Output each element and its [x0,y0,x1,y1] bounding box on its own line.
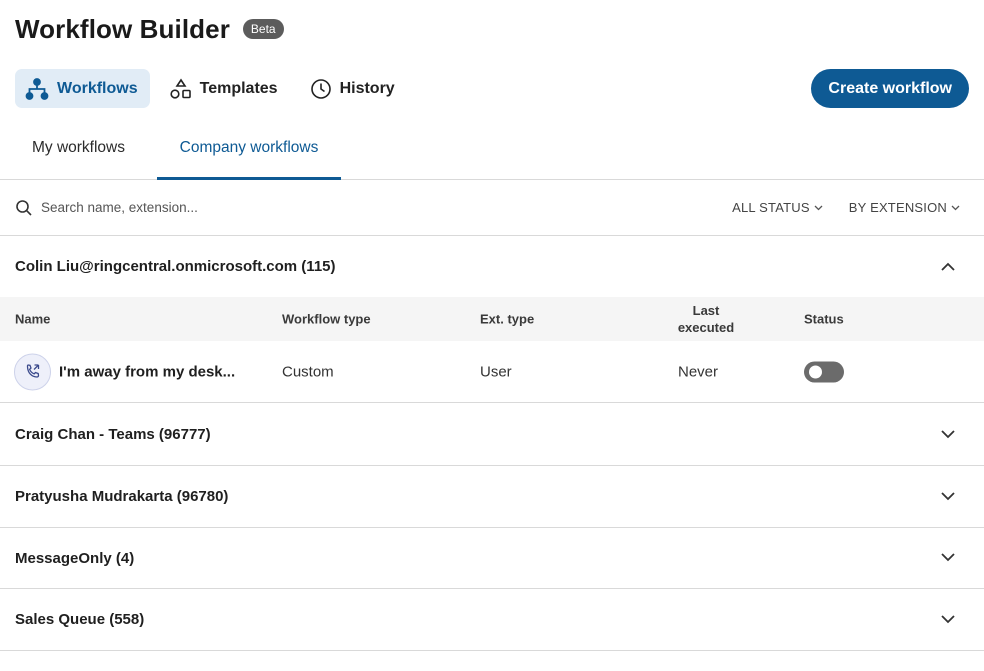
ext-type: User [480,363,512,380]
chevron-down-icon[interactable] [941,491,955,501]
table-row[interactable]: I'm away from my desk... Custom User Nev… [0,341,984,403]
col-last-executed-line2: executed [677,320,735,335]
page-title: Workflow Builder [15,13,230,44]
group-header[interactable]: Craig Chan - Teams (96777) [0,404,984,466]
clock-icon [310,78,331,99]
chevron-down-icon [951,205,960,210]
nav-workflows[interactable]: Workflows [15,69,150,108]
col-name: Name [15,311,51,327]
extension-filter[interactable]: BY EXTENSION [849,200,960,215]
status-filter-label: ALL STATUS [732,200,810,215]
col-ext-type: Ext. type [480,311,535,327]
chevron-down-icon[interactable] [941,553,955,562]
beta-badge: Beta [242,19,284,39]
group-header[interactable]: Colin Liu@ringcentral.onmicrosoft.com (1… [0,236,984,297]
nav-history[interactable]: History [300,69,407,108]
nav-templates[interactable]: Templates [160,69,290,108]
group-label: Craig Chan - Teams (96777) [15,426,211,443]
search-bar: ALL STATUS BY EXTENSION [0,180,984,236]
table-header: Name Workflow type Ext. type Last execut… [0,297,984,341]
col-last-executed: Last executed [676,302,736,336]
chevron-up-icon[interactable] [941,262,955,271]
col-last-executed-line1: Last [692,303,720,318]
search-input[interactable] [41,200,441,215]
group-label: Pratyusha Mudrakarta (96780) [15,488,229,505]
search-icon [16,199,32,216]
tab-company-workflows[interactable]: Company workflows [157,127,341,180]
col-status: Status [804,311,844,327]
group-label: Sales Queue (558) [15,611,145,628]
extension-filter-label: BY EXTENSION [848,200,947,215]
workflow-type: Custom [282,363,334,380]
workflow-tabs: My workflows Company workflows [0,127,984,180]
group-header[interactable]: Pratyusha Mudrakarta (96780) [0,466,984,528]
workflow-name[interactable]: I'm away from my desk... [59,363,235,380]
phone-forward-icon [26,364,39,378]
templates-icon [170,78,191,99]
status-toggle[interactable] [804,361,844,382]
chevron-down-icon[interactable] [941,429,955,439]
workflow-icon [25,77,49,100]
nav-history-label: History [339,79,395,97]
group-label: Colin Liu@ringcentral.onmicrosoft.com (1… [15,258,336,275]
col-workflow-type: Workflow type [282,311,371,327]
create-workflow-button[interactable]: Create workflow [811,69,969,108]
group-label: MessageOnly (4) [15,549,135,567]
nav-workflows-label: Workflows [57,79,138,97]
chevron-down-icon [814,205,823,210]
last-executed: Never [678,363,719,380]
nav-templates-label: Templates [199,79,278,97]
chevron-down-icon[interactable] [941,614,955,624]
group-header[interactable]: Sales Queue (558) [0,589,984,651]
top-nav: Workflows Templates History Create workf… [15,69,969,108]
page-header: Workflow Builder Beta [15,12,284,46]
status-filter[interactable]: ALL STATUS [732,200,823,215]
tab-my-workflows[interactable]: My workflows [0,127,157,179]
workflow-avatar [14,353,51,390]
group-header[interactable]: MessageOnly (4) [0,528,984,589]
